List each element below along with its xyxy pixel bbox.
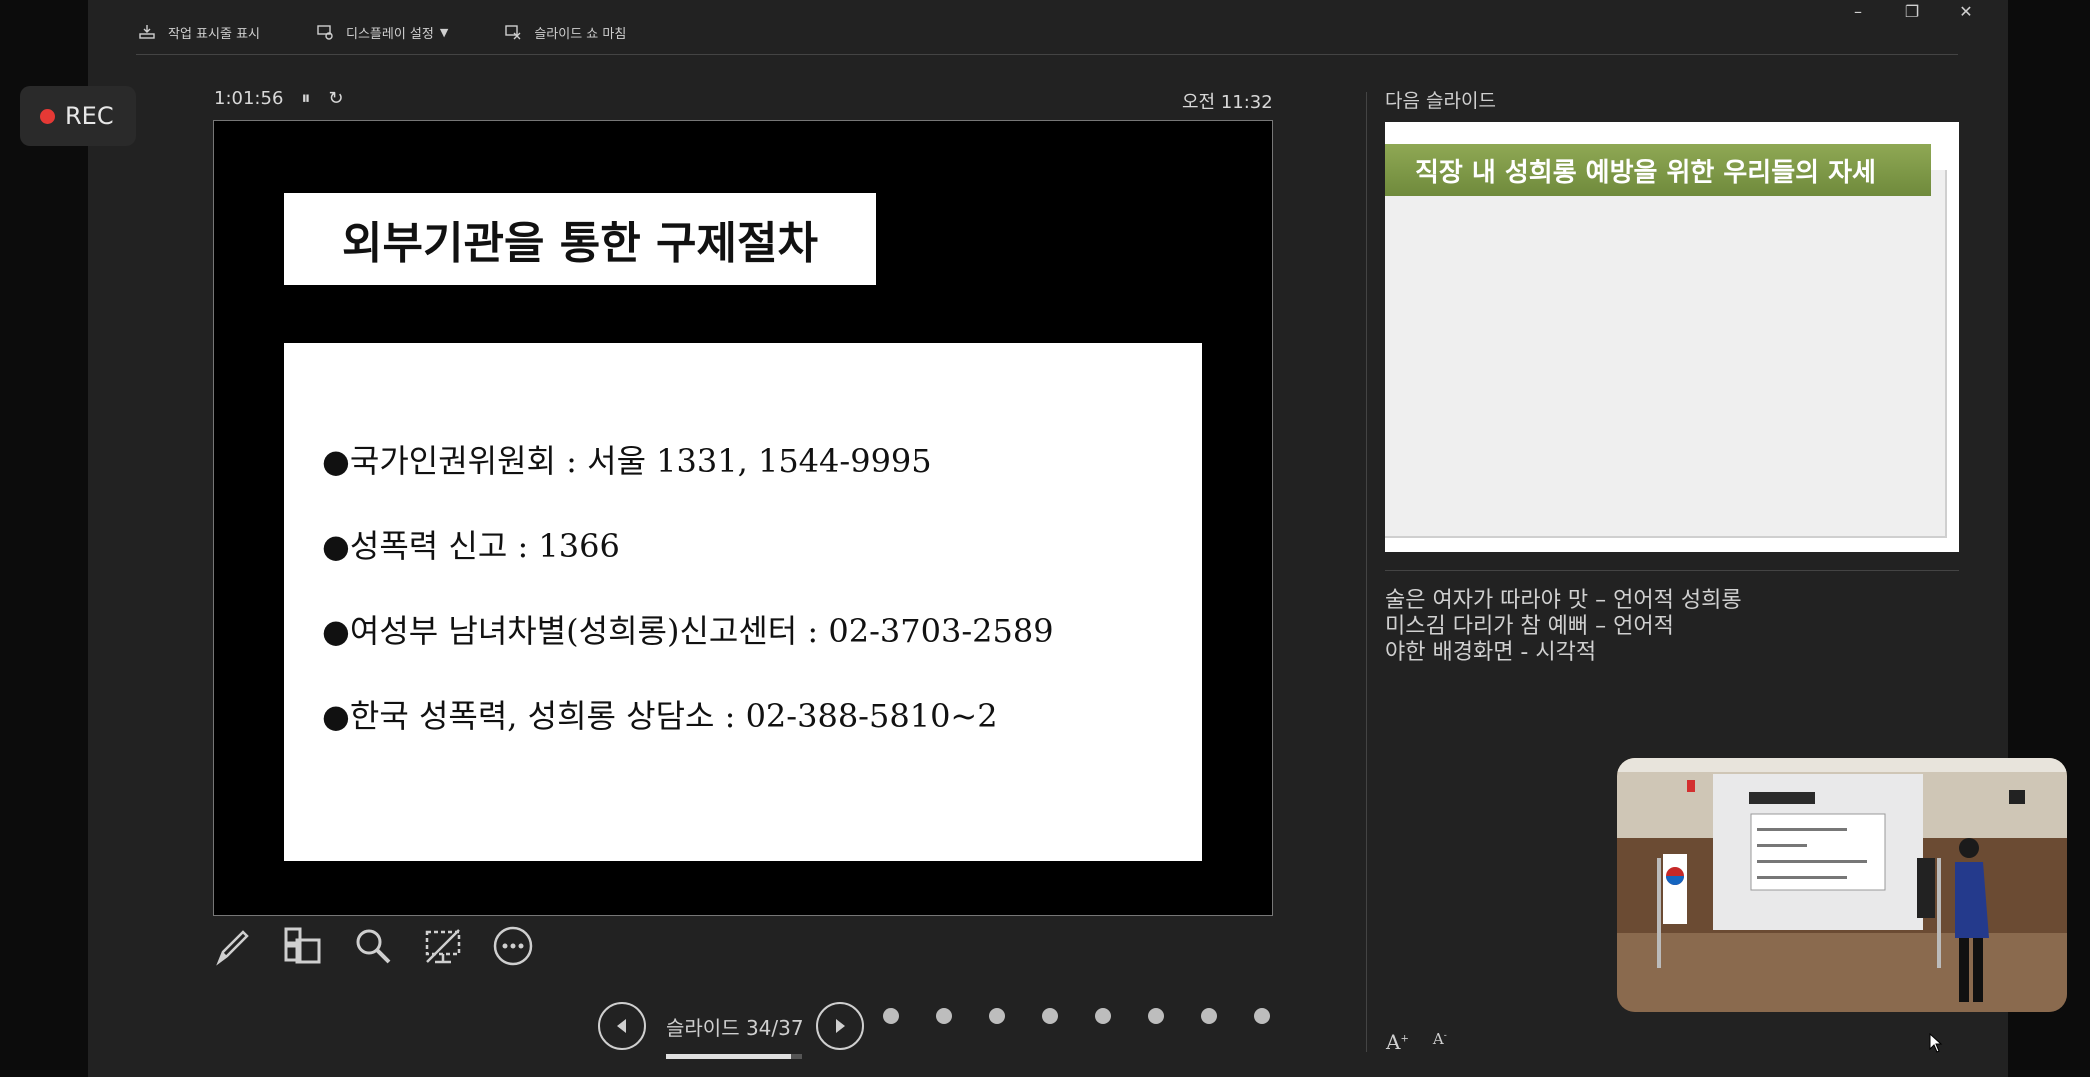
next-slide-card [1385,170,1947,538]
more-options-button[interactable] [493,926,533,966]
thumbnail-dots [883,1008,1270,1024]
presenter-toolbar: 작업 표시줄 표시 디스플레이 설정 ▼ 슬라이드 쇼 마침 [138,16,626,48]
slide-dot[interactable] [936,1008,952,1024]
slide-dot[interactable] [1254,1008,1270,1024]
slide-bullet: ●성폭력 신고 : 1366 [322,527,620,565]
pause-icon[interactable]: ⏸ [301,88,310,109]
note-line: 미스김 다리가 참 예뻐 – 언어적 [1385,614,1674,639]
end-slideshow-label: 슬라이드 쇼 마침 [534,26,627,42]
current-clock: 오전 11:32 [1182,92,1273,113]
note-line: 야한 배경화면 - 시각적 [1385,640,1597,665]
display-settings-label: 디스플레이 설정 [346,26,434,42]
slide-bullet: ●국가인권위원회 : 서울 1331, 1544-9995 [322,442,932,480]
display-icon [317,25,333,40]
display-settings-button[interactable]: 디스플레이 설정 ▼ [316,23,448,42]
recording-indicator: REC [20,86,136,146]
slide-tools [213,926,533,966]
slide-bullet: ●한국 성폭력, 성희롱 상담소 : 02-388-5810~2 [322,697,998,735]
next-icon [836,1019,845,1033]
slide-progress-fill [666,1053,792,1059]
increase-font-icon[interactable]: A+ [1386,1030,1409,1054]
slide-dot[interactable] [1201,1008,1217,1024]
see-all-slides-button[interactable] [283,926,323,966]
more-options-icon [493,926,533,966]
taskbar-icon [139,25,155,39]
black-screen-button[interactable] [423,926,463,966]
slide-bullet: ●여성부 남녀차별(성희롱)신고센터 : 02-3703-2589 [322,612,1054,650]
speaker-notes[interactable]: 술은 여자가 따라야 맛 – 언어적 성희롱 미스김 다리가 참 예뻐 – 언어… [1385,588,1742,666]
end-show-icon [505,25,521,40]
left-black-strip [0,0,88,1077]
timer-bar: 1:01:56 ⏸ ↻ [214,88,343,109]
decrease-font-icon[interactable]: A- [1433,1030,1447,1054]
previous-slide-button[interactable] [598,1002,646,1050]
next-slide-label: 다음 슬라이드 [1385,90,1496,112]
notes-divider [1385,570,1959,571]
pen-icon [216,930,249,966]
slide-title: 외부기관을 통한 구제절차 [284,193,876,285]
slide-dot[interactable] [1042,1008,1058,1024]
show-taskbar-label: 작업 표시줄 표시 [168,26,260,42]
restore-icon[interactable]: ❐ [1902,2,1922,21]
see-all-slides-icon [284,927,321,964]
black-screen-icon [425,929,461,964]
next-slide-title: 직장 내 성희롱 예방을 위한 우리들의 자세 [1385,144,1931,196]
slide-navigation: 슬라이드 34/37 [598,1002,864,1059]
zoom-button[interactable] [353,926,393,966]
end-slideshow-button[interactable]: 슬라이드 쇼 마침 [504,23,626,42]
minimize-icon[interactable]: – [1848,2,1868,21]
toolbar-divider [136,54,1958,55]
window-controls: – ❐ ✕ [1848,2,2008,21]
current-slide[interactable]: 외부기관을 통한 구제절차 ●국가인권위원회 : 서울 1331, 1544-9… [213,120,1273,916]
previous-icon [617,1019,626,1033]
pane-divider[interactable] [1366,92,1367,1052]
slide-counter-text: 슬라이드 34/37 [666,1015,804,1040]
notes-font-controls: A+ A- [1386,1030,1447,1054]
note-line: 술은 여자가 따라야 맛 – 언어적 성희롱 [1385,588,1742,613]
show-taskbar-button[interactable]: 작업 표시줄 표시 [138,23,260,42]
chevron-down-icon: ▼ [439,25,449,39]
zoom-icon [356,929,391,964]
elapsed-time: 1:01:56 [214,88,284,109]
camera-overlay[interactable] [1617,758,2067,1012]
recording-label: REC [65,102,114,130]
next-slide-button[interactable] [816,1002,864,1050]
slide-counter: 슬라이드 34/37 [666,1012,816,1059]
pen-tool-button[interactable] [213,926,253,966]
slide-dot[interactable] [1148,1008,1164,1024]
slide-body: ●국가인권위원회 : 서울 1331, 1544-9995 ●성폭력 신고 : … [284,343,1202,861]
record-dot-icon [40,108,55,124]
slide-dot[interactable] [883,1008,899,1024]
next-slide-preview[interactable]: 직장 내 성희롱 예방을 위한 우리들의 자세 [1385,122,1959,552]
slide-dot[interactable] [1095,1008,1111,1024]
close-icon[interactable]: ✕ [1956,2,1976,21]
reset-icon[interactable]: ↻ [328,88,343,109]
camera-feed-image [1617,758,2067,1012]
slide-dot[interactable] [989,1008,1005,1024]
